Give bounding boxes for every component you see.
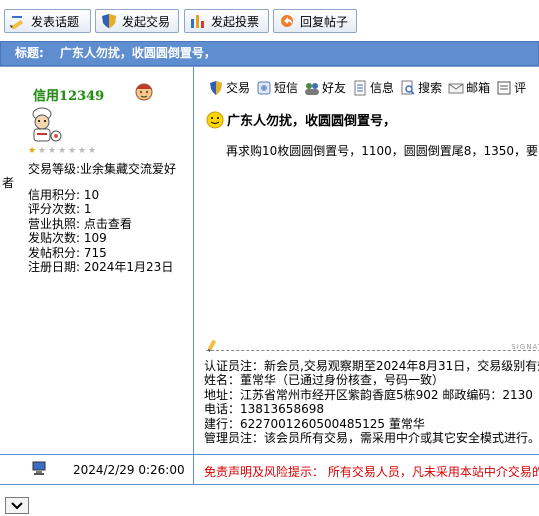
action-info[interactable]: 信息 [352,79,394,96]
action-friend[interactable]: 好友 [304,79,346,96]
post-topic-label: 发表话题 [31,14,80,29]
topic-title-bar: 标题: 广东人勿扰，收圆圆倒置号， [0,41,539,66]
star-icon: ★ [68,146,77,156]
trade-grade: 交易等级:业余集藏交流爱好 [28,160,176,177]
business-license-row: 营业执照: 点击查看 [28,217,173,231]
signature-block: 认证员注：新会员,交易观察期至2024年8月31日，交易级别有效 姓名：董常华（… [204,359,539,445]
comment-icon [497,81,511,94]
post-count-row: 发贴次数: 109 [28,231,173,245]
trade-grade-value: 业余集藏交流爱好 [80,162,177,176]
post-topic-button[interactable]: 发表话题 [4,9,91,33]
action-label: 短信 [274,81,299,95]
star-icon: ★ [78,146,87,156]
toolbar: 发表话题 发起交易 发起投票 回复帖子 [0,0,539,38]
action-trade[interactable]: 交易 [208,79,250,96]
signature-line: 地址：江苏省常州市经开区紫韵香庭5栋902 邮政编码：2130 [204,387,533,402]
user-info-panel: 信用12349 ★ ★ ★ ★ ★ ★ ★ 交易等级:业余集藏交流爱好 者 信用积分: 10… [0,67,194,455]
signature-divider [206,350,539,352]
star-icon: ★ [88,146,97,156]
smiley-icon [206,111,224,128]
trade-grade-overflow: 者 [2,176,15,190]
stat-value: 2024年1月23日 [83,260,174,275]
user-action-bar: 交易 短信 好友 信息 搜索 邮箱 评 [208,79,532,96]
post-title-text: 广东人勿扰，收圆圆倒置号， [227,114,397,129]
info-icon [354,80,366,95]
username[interactable]: 信用12349 [33,85,104,104]
chevron-down-icon [11,501,23,509]
computer-icon [32,461,46,475]
reply-post-label: 回复帖子 [300,14,349,29]
start-trade-label: 发起交易 [122,14,171,29]
stat-label: 发贴次数: [28,231,81,246]
stat-label: 发帖积分: [28,245,81,260]
business-license-link[interactable]: 点击查看 [84,217,132,231]
action-search[interactable]: 搜索 [400,79,442,96]
action-label: 交易 [226,81,251,95]
register-date-row: 注册日期: 2024年1月23日 [28,260,173,274]
start-vote-label: 发起投票 [211,14,260,29]
stat-value: 109 [83,231,107,246]
star-icon: ★ [38,146,47,156]
bar-chart-icon [191,15,204,28]
post-body: 再求购10枚圆圆倒置号，1100，圆圆倒置尾8，1350，要5枚 [226,144,539,158]
signature-line: 姓名：董常华（已通过身份核查，号码一致） [204,373,445,388]
user-stats: 信用积分: 10 评分次数: 1 营业执照: 点击查看 发贴次数: 109 发帖… [28,188,173,274]
page-select-dropdown[interactable] [5,497,29,514]
signature-line: 电话：13813658698 [204,402,324,417]
action-message[interactable]: 短信 [256,79,298,96]
action-label: 邮箱 [466,81,491,95]
stat-label: 注册日期: [28,260,81,275]
rating-count-row: 评分次数: 1 [28,202,173,216]
post-datetime: 2024/2/29 0:26:00 [73,463,185,477]
post-title: 广东人勿扰，收圆圆倒置号， [206,110,396,129]
friends-icon [305,82,320,95]
stat-value: 1 [83,202,92,217]
star-icon: ★ [48,146,57,156]
action-comment[interactable]: 评 [496,79,526,96]
star-icon: ★ [28,146,37,156]
start-trade-button[interactable]: 发起交易 [95,9,179,33]
start-vote-button[interactable]: 发起投票 [184,9,269,33]
trade-grade-label: 交易等级: [28,162,81,176]
title-label: 标题: [15,46,44,60]
message-icon [257,81,271,94]
avatar [32,107,62,142]
search-icon [401,80,415,95]
post-meta: 2024/2/29 0:26:00 [0,455,194,484]
action-label: 评 [514,81,527,95]
user-face-icon [135,83,153,101]
disclaimer-text: 免责声明及风险提示： 所有交易人员，凡未采用本站中介交易的 [204,465,539,479]
action-label: 搜索 [418,81,443,95]
mail-icon [448,83,464,93]
credit-score-row: 信用积分: 10 [28,188,173,202]
post-footer: 2024/2/29 0:26:00 免责声明及风险提示： 所有交易人员，凡未采用… [0,454,539,485]
post-row: 信用12349 ★ ★ ★ ★ ★ ★ ★ 交易等级:业余集藏交流爱好 者 信用积分: 10… [0,66,539,455]
signature-line: 建行：6227001260500485125 董常华 [204,416,425,431]
action-label: 好友 [322,81,347,95]
shield-icon [210,80,222,95]
shield-icon [102,14,116,28]
stat-label: 营业执照: [28,216,81,231]
signature-watermark: SIGNAT [511,343,539,351]
pencil-icon [10,16,24,29]
stat-label: 评分次数: [28,202,81,217]
stat-value: 10 [83,188,100,202]
stat-value: 715 [83,245,107,260]
stat-label: 信用积分: [28,188,81,202]
signature-line: 管理员注：该会员所有交易，需采用中介或其它安全模式进行。 [204,431,539,446]
reply-icon [281,15,293,27]
reply-post-button[interactable]: 回复帖子 [273,9,357,33]
action-label: 信息 [370,81,395,95]
post-points-row: 发帖积分: 715 [28,246,173,260]
topic-title: 广东人勿扰，收圆圆倒置号， [59,46,216,60]
rating-stars: ★ ★ ★ ★ ★ ★ ★ [28,147,97,157]
star-icon: ★ [58,146,67,156]
action-mail[interactable]: 邮箱 [448,79,490,96]
signature-line: 认证员注：新会员,交易观察期至2024年8月31日，交易级别有效 [204,359,539,373]
post-content-panel: 交易 短信 好友 信息 搜索 邮箱 评 广东人勿扰，收圆圆倒置号， 再求购10枚… [194,67,539,455]
